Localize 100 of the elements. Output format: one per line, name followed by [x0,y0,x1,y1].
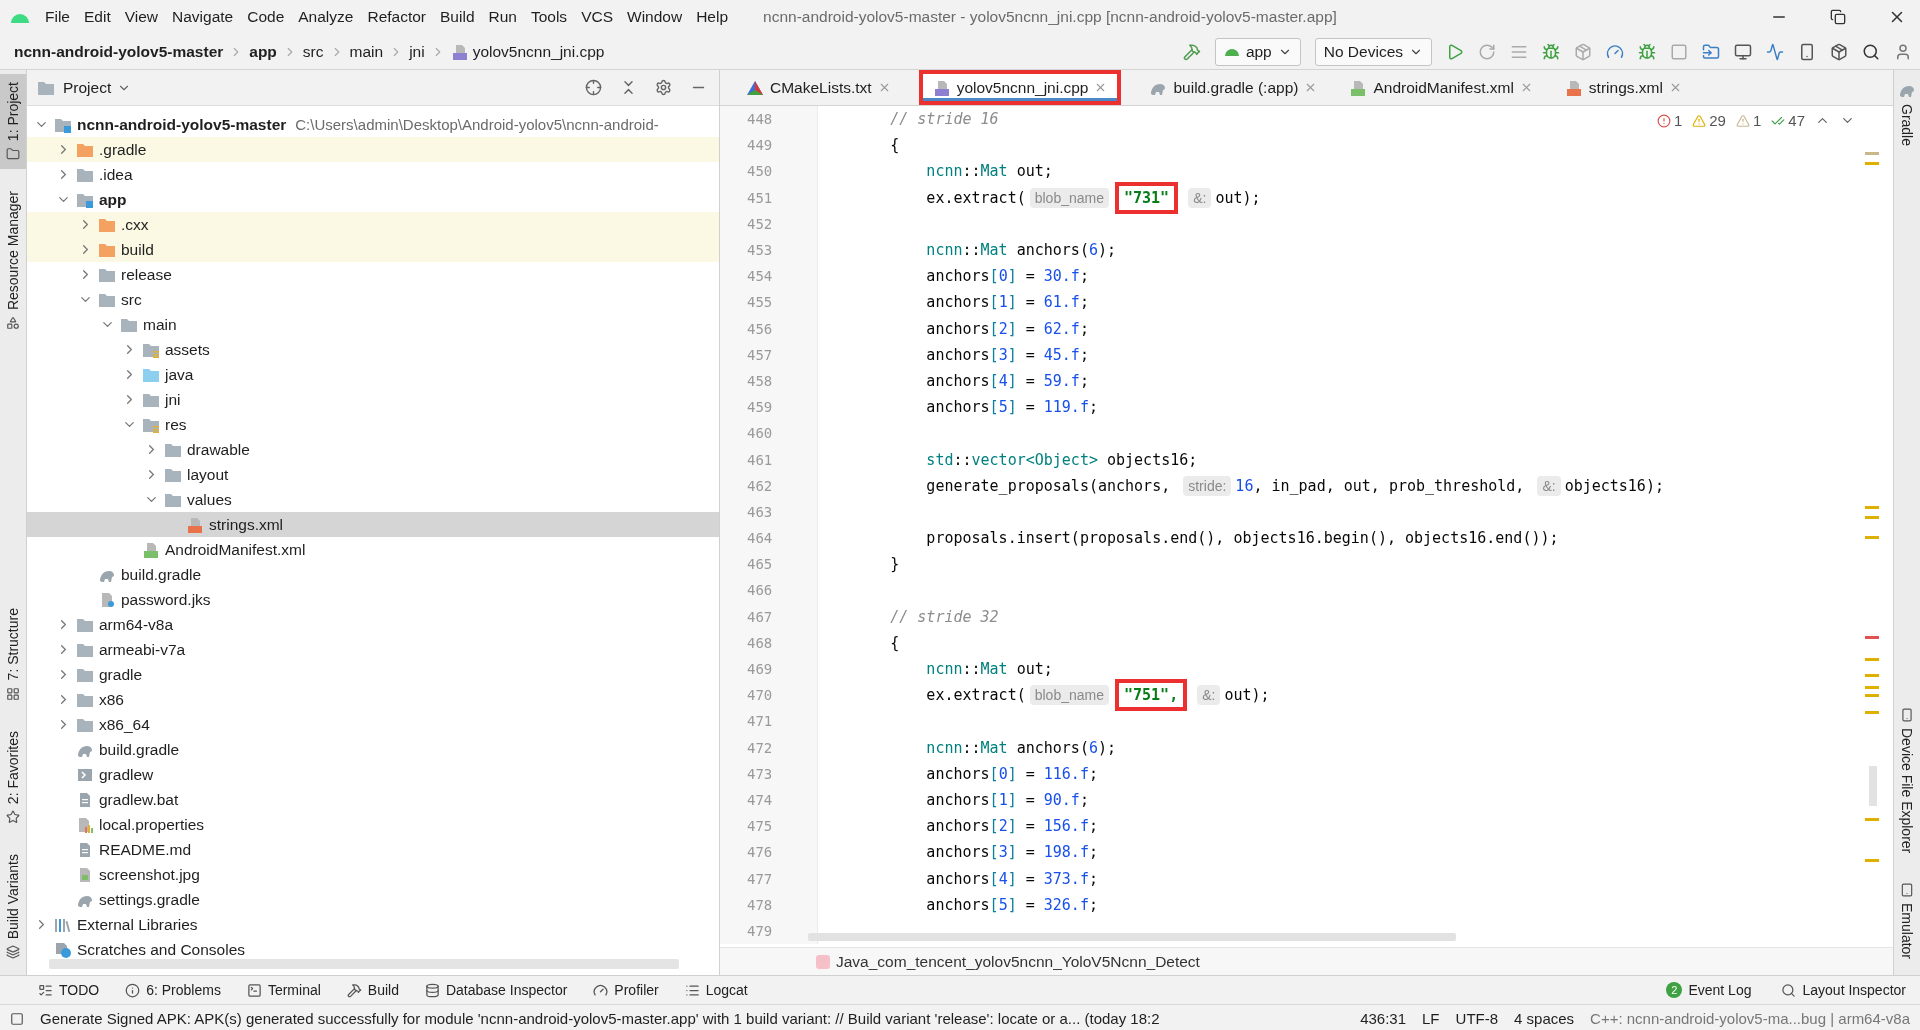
tool-window-button[interactable]: 2: Favorites [0,722,26,832]
indent-setting[interactable]: 4 spaces [1514,1010,1575,1027]
tree-item[interactable]: res [27,412,719,437]
tool-window-button[interactable]: Database Inspector [424,982,568,998]
monitor-icon[interactable] [1734,42,1752,61]
tree-item[interactable]: .cxx [27,212,719,237]
menu-item[interactable]: Edit [77,8,118,26]
tool-window-button[interactable]: Logcat [684,982,748,998]
project-view-dropdown[interactable]: Project [63,78,132,97]
tree-item[interactable]: screenshot.jpg [27,862,719,887]
tree-item[interactable]: build.gradle [27,562,719,587]
tree-item[interactable]: armeabi-v7a [27,637,719,662]
tree-item[interactable]: jni [27,387,719,412]
editor-tab[interactable]: AndroidManifest.xml [1335,70,1547,105]
tree-item[interactable]: layout [27,462,719,487]
breadcrumb-item[interactable]: src [302,42,324,61]
phone-icon[interactable] [1798,42,1816,61]
hammer-icon[interactable] [1182,42,1201,61]
breadcrumb-item[interactable]: jni [409,42,425,61]
tree-item[interactable]: x86_64 [27,712,719,737]
editor-tab[interactable]: build.gradle (:app) [1135,70,1332,105]
tree-item[interactable]: values [27,487,719,512]
breadcrumb-item[interactable]: app [249,42,277,61]
menu-item[interactable]: VCS [574,8,620,26]
tree-item[interactable]: assets [27,337,719,362]
menu-item[interactable]: Window [620,8,690,26]
tree-item[interactable]: .idea [27,162,719,187]
tool-window-button[interactable]: Build Variants [0,845,26,967]
menu-item[interactable]: View [117,8,166,26]
package-icon[interactable] [1830,42,1848,61]
user-icon[interactable] [1894,42,1912,61]
line-separator[interactable]: LF [1422,1010,1440,1027]
tree-item[interactable]: build [27,237,719,262]
editor-tab[interactable]: strings.xml [1550,70,1696,105]
bug-icon[interactable] [1638,42,1656,61]
tree-item[interactable]: strings.xml [27,512,719,537]
tree-item[interactable]: drawable [27,437,719,462]
tree-item[interactable]: build.gradle [27,737,719,762]
bug-icon[interactable] [1542,42,1560,61]
tree-item[interactable]: local.properties [27,812,719,837]
passed-count[interactable]: 47 [1771,112,1805,129]
menu-item[interactable]: Refactor [360,8,434,26]
activity-icon[interactable] [1766,42,1784,61]
tree-item[interactable]: External Libraries [27,912,719,937]
breadcrumb-item[interactable]: ncnn-android-yolov5-master [14,42,224,61]
tool-window-button[interactable]: Device File Explorer [1894,699,1920,861]
tree-item[interactable]: arm64-v8a [27,612,719,637]
search-icon[interactable] [1862,42,1880,61]
tree-item[interactable]: Scratches and Consoles [27,937,719,959]
status-message[interactable]: Generate Signed APK: APK(s) generated successfully for module 'ncnn-android-yolov5-master.app' with 1 build variant: // Build variant 'release': locate or a... (today 18:2 [40,1010,1160,1027]
folder-icon[interactable] [1702,42,1720,61]
menu-item[interactable]: File [38,8,77,26]
warning-count[interactable]: 29 [1692,112,1726,129]
tool-window-button[interactable]: Build [346,982,399,998]
caret-position[interactable]: 436:31 [1360,1010,1407,1027]
restore-icon[interactable] [1830,9,1846,25]
target-icon[interactable] [585,79,602,96]
run-icon[interactable] [1446,42,1464,61]
breadcrumb-item[interactable]: main [349,42,384,61]
menu-item[interactable]: Build [433,8,482,26]
tree-item[interactable]: src [27,287,719,312]
tool-window-button[interactable]: Emulator [1894,874,1920,967]
scrollbar[interactable] [49,959,679,969]
tool-window-button[interactable]: Resource Manager [0,183,26,339]
tool-window-button[interactable]: TODO [38,982,100,998]
menu-item[interactable]: Code [240,8,292,26]
device-dropdown[interactable]: No Devices [1314,37,1432,66]
tree-item[interactable]: README.md [27,837,719,862]
tool-window-button[interactable]: 1: Project [0,74,26,170]
tool-window-button[interactable]: Layout Inspector [1781,982,1906,998]
tool-window-button[interactable]: Gradle [1894,74,1920,155]
tree-item[interactable]: AndroidManifest.xml [27,537,719,562]
settings-icon[interactable] [655,79,672,96]
tool-window-button[interactable]: Profiler [593,982,659,998]
tree-item[interactable]: gradlew [27,762,719,787]
tool-window-button[interactable]: 7: Structure [0,600,26,709]
tree-item[interactable]: gradlew.bat [27,787,719,812]
tree-item[interactable]: x86 [27,687,719,712]
tree-item[interactable]: java [27,362,719,387]
breadcrumb-item[interactable]: yolov5ncnn_jni.cpp [450,42,605,61]
tree-item[interactable]: main [27,312,719,337]
weak-warning-count[interactable]: 1 [1735,112,1762,129]
tree-item[interactable]: app [27,187,719,212]
editor-tab[interactable]: yolov5ncnn_jni.cpp [918,70,1122,105]
tree-item[interactable]: password.jks [27,587,719,612]
menu-item[interactable]: Run [481,8,524,26]
run-configuration-dropdown[interactable]: app [1214,37,1301,66]
tree-item[interactable]: .gradle [27,137,719,162]
tool-window-button[interactable]: Terminal [246,982,321,998]
menu-item[interactable]: Tools [523,8,575,26]
menu-item[interactable]: Analyze [291,8,361,26]
tool-window-button[interactable]: 2 Event Log [1666,982,1752,998]
tree-item[interactable]: settings.gradle [27,887,719,912]
editor-tab[interactable]: CMakeLists.txt [732,70,905,105]
tree-item[interactable]: ncnn-android-yolov5-master C:\Users\admin\Desktop\Android-yolov5\ncnn-android- [27,112,719,137]
tree-item[interactable]: release [27,262,719,287]
tree-item[interactable]: gradle [27,662,719,687]
tool-window-button[interactable]: 6: Problems [125,982,221,998]
menu-item[interactable]: Navigate [165,8,241,26]
scrollbar[interactable] [808,933,1456,941]
